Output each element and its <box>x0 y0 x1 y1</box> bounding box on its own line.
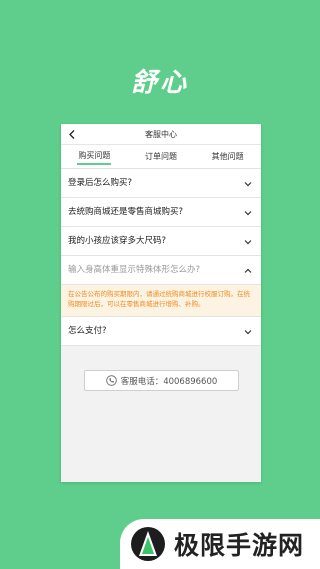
faq-question: 登录后怎么购买? <box>68 178 133 188</box>
customer-service-phone-label: 客服电话：4006896600 <box>120 376 218 387</box>
tab-orders[interactable]: 订单问题 <box>128 145 195 168</box>
faq-item-login[interactable]: 登录后怎么购买? <box>61 169 261 198</box>
site-logo-icon <box>130 526 166 562</box>
faq-item-payment[interactable]: 怎么支付? <box>61 317 261 346</box>
watermark-text: 极限手游网 <box>174 531 305 560</box>
watermark: 极限手游网 <box>120 519 320 569</box>
tab-bar: 购买问题 订单问题 其他问题 <box>61 145 261 169</box>
faq-question: 怎么支付? <box>68 326 107 336</box>
chevron-down-icon <box>243 198 253 227</box>
faq-question: 输入身高体重显示特殊体形怎么办? <box>68 265 201 275</box>
phone-screen: 客服中心 购买问题 订单问题 其他问题 登录后怎么购买? 去统购商城还是零售商城… <box>61 124 261 482</box>
tab-other[interactable]: 其他问题 <box>194 145 261 168</box>
app-title: 舒心 <box>130 68 189 98</box>
chevron-up-icon <box>243 256 253 285</box>
faq-item-store[interactable]: 去统购商城还是零售商城购买? <box>61 198 261 227</box>
nav-bar: 客服中心 <box>61 124 261 145</box>
customer-service-phone-button[interactable]: 客服电话：4006896600 <box>84 370 239 391</box>
nav-title: 客服中心 <box>145 130 177 139</box>
chevron-left-icon[interactable] <box>67 124 77 145</box>
chevron-down-icon <box>243 169 253 198</box>
chevron-down-icon <box>243 227 253 256</box>
faq-question: 我的小孩应该穿多大尺码? <box>68 236 167 246</box>
faq-question: 去统购商城还是零售商城购买? <box>68 207 184 217</box>
tab-purchase[interactable]: 购买问题 <box>61 145 128 168</box>
phone-icon <box>105 375 117 386</box>
faq-item-size[interactable]: 我的小孩应该穿多大尺码? <box>61 227 261 256</box>
chevron-down-icon <box>243 317 253 346</box>
faq-answer: 在公告公布的购买期限内，请通过统购商城进行校服订购。在统购期限过后，可以在零售商… <box>61 285 261 317</box>
faq-item-body-shape[interactable]: 输入身高体重显示特殊体形怎么办? <box>61 256 261 285</box>
